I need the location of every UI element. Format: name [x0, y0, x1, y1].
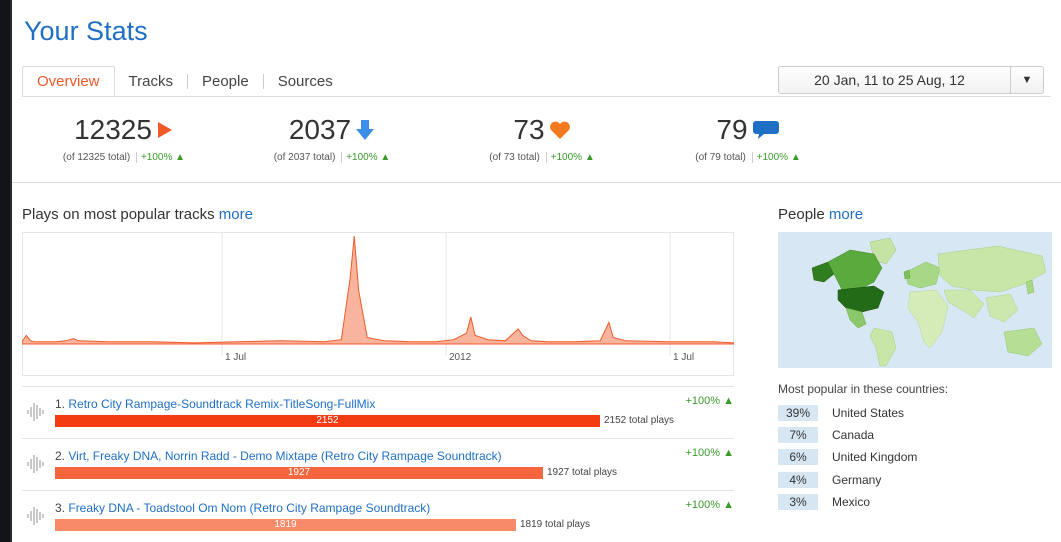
track-row-1: 1. Retro City Rampage-Soundtrack Remix-T…: [22, 386, 734, 438]
stat-comments-total: (of 79 total): [695, 152, 746, 163]
country-name: United Kingdom: [832, 450, 918, 464]
divider: [12, 182, 1061, 183]
country-row: 3% Mexico: [778, 493, 870, 511]
waveform-icon: [27, 455, 44, 473]
country-row: 6% United Kingdom: [778, 448, 917, 466]
plays-chart: 1 Jul 2012 1 Jul: [21, 232, 735, 376]
track-index: 1.: [55, 397, 66, 411]
stat-likes-total: (of 73 total): [489, 152, 540, 163]
country-percent: 6%: [778, 449, 818, 465]
track-title: 3. Freaky DNA - Toadstool Om Nom (Retro …: [55, 501, 430, 515]
track-index: 2.: [55, 449, 66, 463]
track-change: +100% ▲: [685, 395, 734, 407]
world-map[interactable]: [778, 232, 1052, 368]
stat-comments-value: 79: [716, 114, 748, 145]
country-name: Mexico: [832, 495, 871, 509]
plays-more-link[interactable]: more: [219, 206, 253, 223]
plays-section-label: Plays on most popular tracks: [22, 206, 215, 223]
track-title: 2. Virt, Freaky DNA, Norrin Radd - Demo …: [55, 449, 502, 463]
dropdown-arrow-icon[interactable]: ▼: [1010, 67, 1043, 93]
stat-plays-total: (of 12325 total): [62, 152, 131, 163]
track-link[interactable]: Retro City Rampage-Soundtrack Remix-Titl…: [68, 397, 375, 411]
comment-icon: [752, 121, 779, 139]
stat-plays: 12325 (of 12325 total) +100% ▲: [44, 112, 204, 163]
stat-likes-value: 73: [513, 114, 545, 145]
country-name: Germany: [832, 473, 882, 487]
track-change: +100% ▲: [685, 447, 734, 459]
country-percent: 4%: [778, 472, 818, 488]
track-total-plays: 1927 total plays: [547, 467, 618, 478]
tab-overview[interactable]: Overview: [22, 66, 115, 97]
page-title: Your Stats: [24, 16, 148, 46]
chart-frame: [22, 232, 734, 376]
track-link[interactable]: Freaky DNA - Toadstool Om Nom (Retro Cit…: [68, 501, 430, 515]
country-row: 39% United States: [778, 404, 904, 422]
track-row-2: 2. Virt, Freaky DNA, Norrin Radd - Demo …: [22, 438, 734, 490]
stat-downloads-value: 2037: [288, 114, 352, 145]
people-more-link[interactable]: more: [829, 206, 863, 223]
tab-tracks[interactable]: Tracks: [115, 66, 187, 97]
tab-people[interactable]: People: [188, 66, 263, 97]
tab-underline: [22, 96, 1051, 97]
waveform-icon: [27, 403, 44, 421]
download-icon: [356, 120, 375, 140]
country-percent: 7%: [778, 427, 818, 443]
waveform-icon: [27, 507, 44, 525]
people-section-title: People more: [778, 206, 863, 223]
stat-downloads-total: (of 2037 total): [273, 152, 336, 163]
country-percent: 3%: [778, 494, 818, 510]
stat-downloads-change: +100% ▲: [341, 152, 391, 163]
track-plays-bar: 1927: [55, 467, 543, 479]
track-change: +100% ▲: [685, 499, 734, 511]
track-plays-bar: 1819: [55, 519, 516, 531]
heart-icon: [549, 121, 570, 139]
plays-chart-svg: 1 Jul 2012 1 Jul: [21, 232, 735, 376]
chart-x-tick-label: 2012: [449, 352, 472, 363]
play-icon: [157, 122, 172, 138]
stat-comments: 79 (of 79 total) +100% ▲: [668, 112, 828, 163]
countries-title: Most popular in these countries:: [778, 382, 949, 396]
track-row-3: 3. Freaky DNA - Toadstool Om Nom (Retro …: [22, 490, 734, 542]
country-row: 4% Germany: [778, 471, 881, 489]
track-index: 3.: [55, 501, 66, 515]
world-map-svg: [811, 237, 1047, 367]
track-title: 1. Retro City Rampage-Soundtrack Remix-T…: [55, 397, 375, 411]
stat-plays-change: +100% ▲: [135, 152, 186, 163]
date-range-select[interactable]: 20 Jan, 11 to 25 Aug, 12 ▼: [778, 66, 1044, 94]
country-row: 7% Canada: [778, 426, 874, 444]
tab-bar: Overview Tracks People Sources: [22, 66, 347, 97]
plays-section-title: Plays on most popular tracks more: [22, 206, 253, 223]
track-link[interactable]: Virt, Freaky DNA, Norrin Radd - Demo Mix…: [68, 449, 501, 463]
stat-downloads: 2037 (of 2037 total) +100% ▲: [252, 112, 412, 163]
stats-panel: Your Stats Overview Tracks People Source…: [10, 0, 1061, 542]
stat-likes: 73 (of 73 total) +100% ▲: [462, 112, 622, 163]
track-total-plays: 1819 total plays: [520, 519, 591, 530]
date-range-value: 20 Jan, 11 to 25 Aug, 12: [814, 72, 965, 88]
stat-comments-change: +100% ▲: [751, 152, 801, 163]
people-section-label: People: [778, 206, 825, 223]
chart-x-tick-label: 1 Jul: [673, 352, 694, 363]
country-name: United States: [832, 406, 905, 420]
country-name: Canada: [832, 428, 875, 442]
tab-sources[interactable]: Sources: [264, 66, 347, 97]
track-list: 1. Retro City Rampage-Soundtrack Remix-T…: [22, 386, 734, 542]
stat-plays-value: 12325: [74, 114, 152, 145]
stat-likes-change: +100% ▲: [545, 152, 595, 163]
country-percent: 39%: [778, 405, 818, 421]
chart-x-tick-label: 1 Jul: [225, 352, 246, 363]
track-plays-bar: 2152: [55, 415, 600, 427]
track-total-plays: 2152 total plays: [604, 415, 675, 426]
